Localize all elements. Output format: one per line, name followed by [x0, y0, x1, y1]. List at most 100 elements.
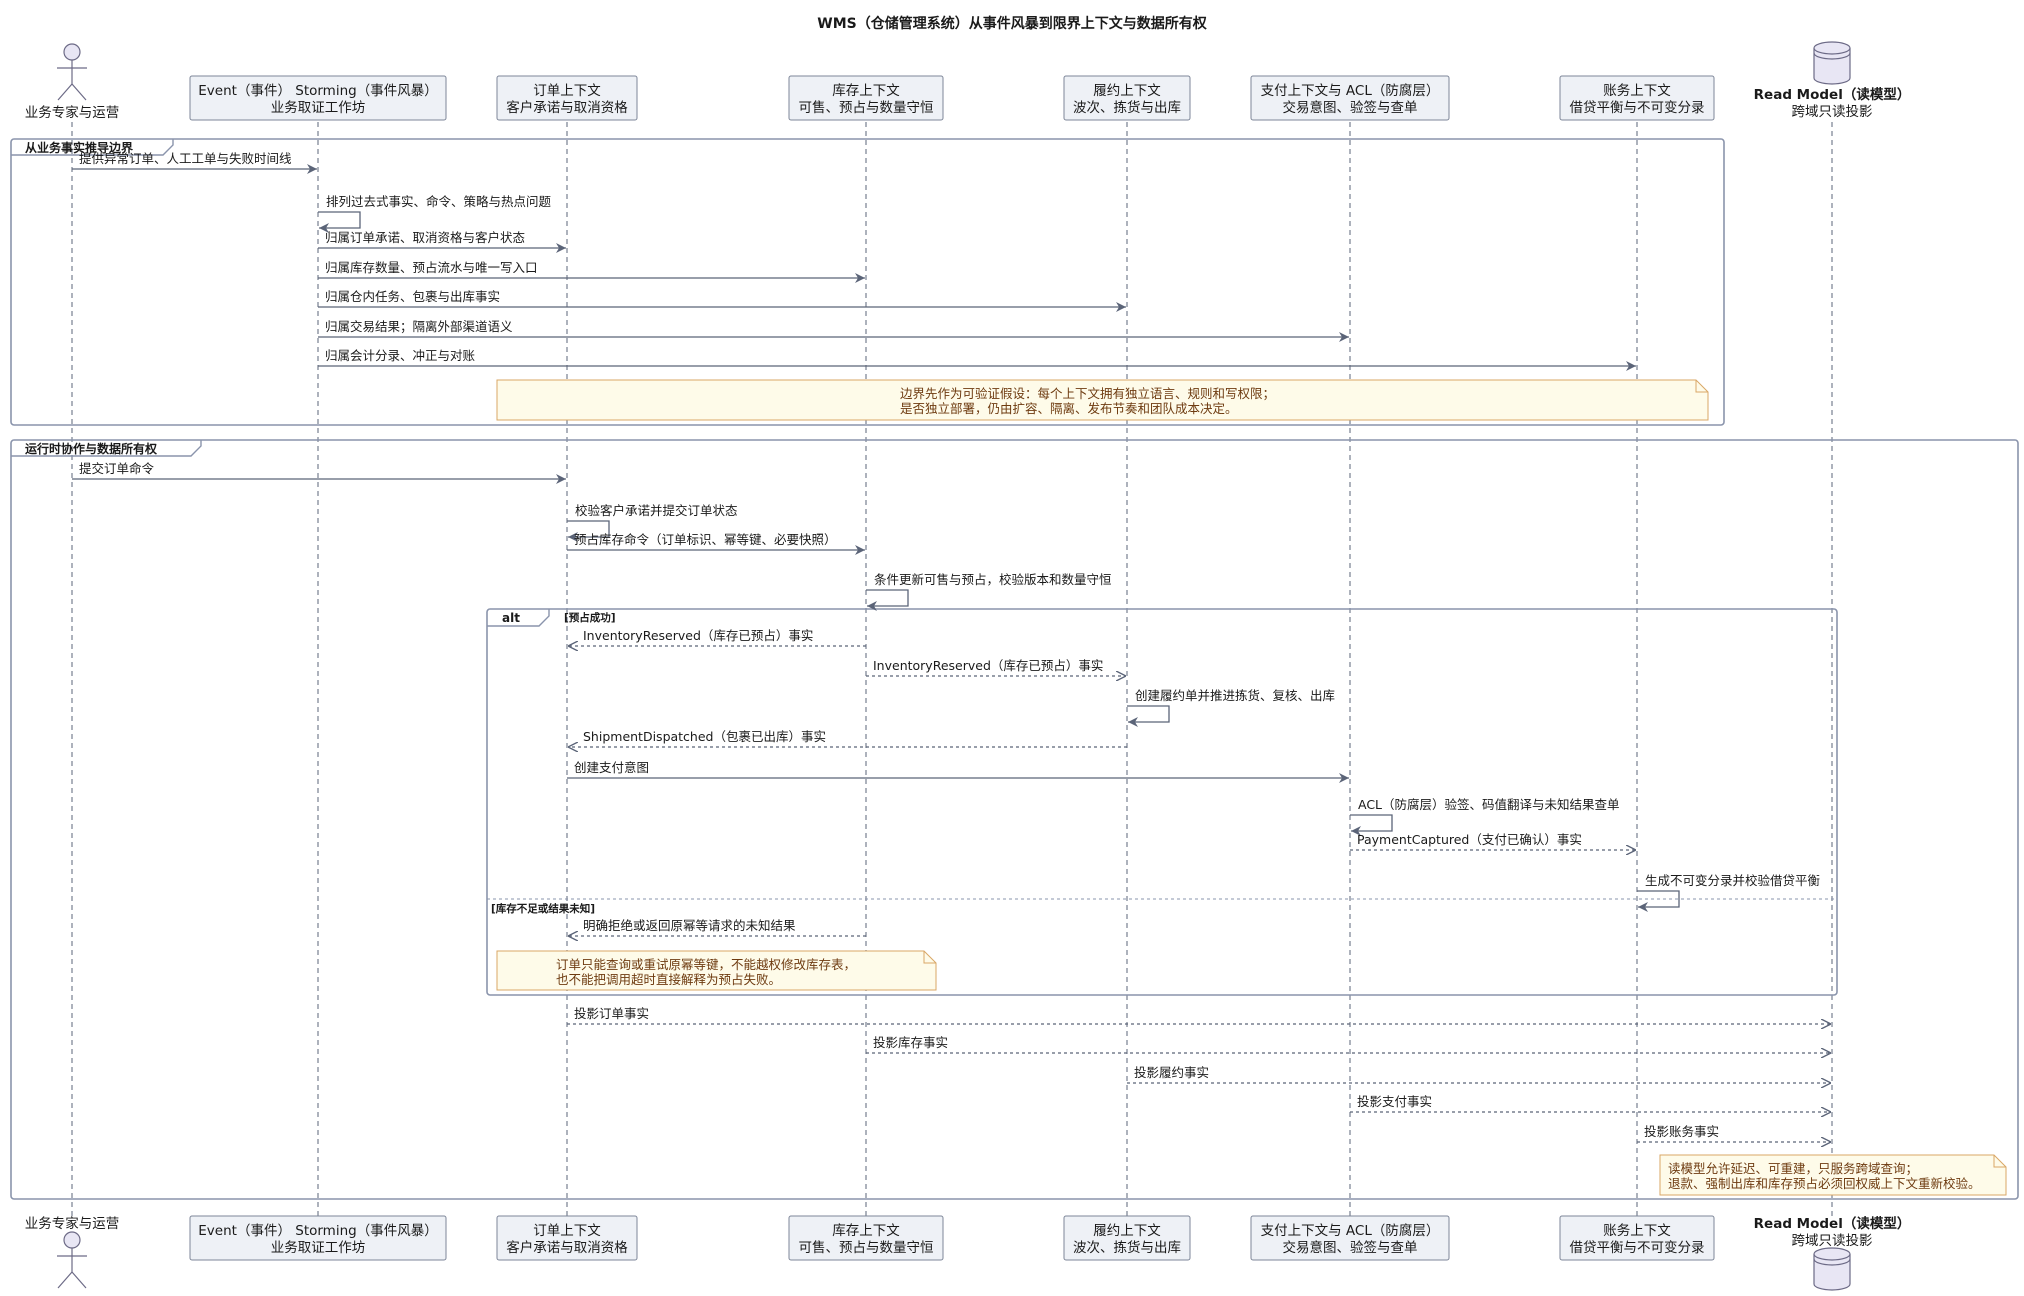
participant-pay: 支付上下文与 ACL（防腐层）交易意图、验签与查单 — [1250, 75, 1450, 121]
participant-label: 业务取证工作坊 — [271, 1240, 366, 1256]
message-23: 投影履约事实 — [1127, 1065, 1831, 1083]
message-label: 排列过去式事实、命令、策略与热点问题 — [326, 194, 552, 209]
message-label: 归属订单承诺、取消资格与客户状态 — [325, 230, 525, 245]
participant-order: 订单上下文客户承诺与取消资格 — [496, 1215, 638, 1261]
message-label: 创建支付意图 — [574, 760, 649, 775]
note-line: 读模型允许延迟、可重建，只服务跨域查询； — [1668, 1161, 1918, 1176]
message-8: 提交订单命令 — [72, 461, 566, 484]
participant-label: 业务取证工作坊 — [271, 100, 366, 116]
participant-label: 库存上下文 — [832, 83, 900, 99]
message-label: 提供异常订单、人工工单与失败时间线 — [79, 151, 292, 166]
message-label: ShipmentDispatched（包裹已出库）事实 — [583, 729, 826, 744]
participant-label: 波次、拣货与出库 — [1073, 99, 1181, 116]
message-label: 归属仓内任务、包裹与出库事实 — [325, 289, 500, 304]
message-label: 归属交易结果；隔离外部渠道语义 — [325, 319, 513, 334]
participant-label: 账务上下文 — [1603, 1223, 1671, 1239]
message-label: 投影支付事实 — [1357, 1094, 1432, 1109]
participant-inv: 库存上下文可售、预占与数量守恒 — [788, 75, 944, 121]
message-11: 条件更新可售与预占，校验版本和数量守恒 — [866, 572, 1112, 611]
alt-condition: [库存不足或结果未知] — [491, 902, 595, 915]
message-label: 创建履约单并推进拣货、复核、出库 — [1135, 688, 1335, 703]
participant-label: 履约上下文 — [1093, 1223, 1161, 1239]
message-label: 校验客户承诺并提交订单状态 — [575, 503, 738, 518]
alt-frame: alt [预占成功] [库存不足或结果未知] — [486, 608, 1838, 996]
message-10: 预占库存命令（订单标识、幂等键、必要快照） — [567, 532, 865, 555]
message-20: 明确拒绝或返回原幂等请求的未知结果 — [568, 918, 866, 936]
participant-label: 跨域只读投影 — [1792, 1233, 1873, 1249]
message-label: 提交订单命令 — [79, 461, 155, 476]
message-label: 归属会计分录、冲正与对账 — [325, 348, 476, 363]
message-label: PaymentCaptured（支付已确认）事实 — [1357, 832, 1582, 847]
message-label: 投影账务事实 — [1644, 1124, 1719, 1139]
participant-es: Event（事件） Storming（事件风暴）业务取证工作坊 — [189, 75, 447, 121]
message-label: 投影订单事实 — [574, 1006, 649, 1021]
message-22: 投影库存事实 — [866, 1035, 1831, 1053]
note-line: 退款、强制出库和库存预占必须回权威上下文重新校验。 — [1668, 1176, 1981, 1191]
actor-label: 业务专家与运营 — [25, 1215, 120, 1232]
participant-label: 库存上下文 — [832, 1223, 900, 1239]
participant-label: Event（事件） Storming（事件风暴） — [198, 1223, 437, 1239]
message-2: 排列过去式事实、命令、策略与热点问题 — [318, 194, 552, 233]
note-line: 边界先作为可验证假设：每个上下文拥有独立语言、规则和写权限； — [900, 386, 1275, 401]
database-rm: Read Model（读模型）跨域只读投影 — [1754, 41, 1911, 120]
participant-label: Read Model（读模型） — [1754, 86, 1911, 103]
message-5: 归属仓内任务、包裹与出库事实 — [318, 289, 1126, 312]
message-label: InventoryReserved（库存已预占）事实 — [583, 628, 813, 643]
alt-condition: [预占成功] — [564, 611, 616, 624]
alt-keyword: alt — [502, 611, 520, 625]
message-15: ShipmentDispatched（包裹已出库）事实 — [568, 729, 1127, 747]
participant-pay: 支付上下文与 ACL（防腐层）交易意图、验签与查单 — [1250, 1215, 1450, 1261]
message-14: 创建履约单并推进拣货、复核、出库 — [1127, 688, 1335, 727]
message-label: 投影履约事实 — [1134, 1065, 1209, 1080]
group-label: 运行时协作与数据所有权 — [25, 441, 158, 456]
participant-label: 客户承诺与取消资格 — [506, 1239, 628, 1256]
note-line: 也不能把调用超时直接解释为预占失败。 — [556, 972, 781, 987]
participant-es: Event（事件） Storming（事件风暴）业务取证工作坊 — [189, 1215, 447, 1261]
message-label: 投影库存事实 — [873, 1035, 948, 1050]
database-rm: Read Model（读模型）跨域只读投影 — [1754, 1215, 1911, 1291]
note-line: 订单只能查询或重试原幂等键，不能越权修改库存表， — [556, 957, 856, 972]
participant-ful: 履约上下文波次、拣货与出库 — [1063, 75, 1191, 121]
message-19: 生成不可变分录并校验借贷平衡 — [1637, 873, 1820, 912]
participant-label: 客户承诺与取消资格 — [506, 99, 628, 116]
message-24: 投影支付事实 — [1350, 1094, 1831, 1112]
message-1: 提供异常订单、人工工单与失败时间线 — [72, 151, 317, 174]
participant-label: Read Model（读模型） — [1754, 1215, 1911, 1232]
note-n2: 订单只能查询或重试原幂等键，不能越权修改库存表，也不能把调用超时直接解释为预占失… — [496, 950, 937, 991]
message-label: 生成不可变分录并校验借贷平衡 — [1645, 873, 1820, 888]
participant-acct: 账务上下文借贷平衡与不可变分录 — [1559, 75, 1715, 121]
message-4: 归属库存数量、预占流水与唯一写入口 — [318, 260, 865, 283]
participant-ful: 履约上下文波次、拣货与出库 — [1063, 1215, 1191, 1261]
message-25: 投影账务事实 — [1637, 1124, 1831, 1142]
message-12: InventoryReserved（库存已预占）事实 — [568, 628, 866, 646]
message-label: 明确拒绝或返回原幂等请求的未知结果 — [583, 918, 796, 933]
actor-expert: 业务专家与运营 — [25, 43, 120, 121]
participant-label: 可售、预占与数量守恒 — [799, 100, 934, 116]
participant-order: 订单上下文客户承诺与取消资格 — [496, 75, 638, 121]
actor-expert: 业务专家与运营 — [25, 1215, 120, 1289]
message-label: 预占库存命令（订单标识、幂等键、必要快照） — [574, 532, 837, 547]
participant-label: 借贷平衡与不可变分录 — [1570, 1240, 1705, 1256]
participant-label: 交易意图、验签与查单 — [1283, 1239, 1418, 1256]
message-6: 归属交易结果；隔离外部渠道语义 — [318, 319, 1349, 342]
actor-label: 业务专家与运营 — [25, 104, 120, 121]
message-3: 归属订单承诺、取消资格与客户状态 — [318, 230, 566, 253]
participant-label: 借贷平衡与不可变分录 — [1570, 100, 1705, 116]
participant-label: 订单上下文 — [533, 1223, 601, 1239]
message-label: ACL（防腐层）验签、码值翻译与未知结果查单 — [1358, 797, 1620, 812]
participant-label: Event（事件） Storming（事件风暴） — [198, 83, 437, 99]
participant-label: 支付上下文与 ACL（防腐层） — [1261, 1223, 1440, 1239]
group-frame-runtime: 运行时协作与数据所有权 — [10, 439, 2019, 1200]
diagram-title: WMS（仓储管理系统）从事件风暴到限界上下文与数据所有权 — [817, 15, 1207, 32]
message-17: ACL（防腐层）验签、码值翻译与未知结果查单 — [1350, 797, 1620, 836]
participant-inv: 库存上下文可售、预占与数量守恒 — [788, 1215, 944, 1261]
participant-label: 跨域只读投影 — [1792, 104, 1873, 120]
note-n1: 边界先作为可验证假设：每个上下文拥有独立语言、规则和写权限；是否独立部署，仍由扩… — [496, 379, 1709, 421]
participant-label: 可售、预占与数量守恒 — [799, 1240, 934, 1256]
participant-label: 波次、拣货与出库 — [1073, 1239, 1181, 1256]
note-n3: 读模型允许延迟、可重建，只服务跨域查询；退款、强制出库和库存预占必须回权威上下文… — [1659, 1154, 2007, 1196]
message-label: 归属库存数量、预占流水与唯一写入口 — [325, 260, 538, 275]
participant-label: 交易意图、验签与查单 — [1283, 99, 1418, 116]
message-label: 条件更新可售与预占，校验版本和数量守恒 — [874, 572, 1112, 587]
message-label: InventoryReserved（库存已预占）事实 — [873, 658, 1103, 673]
